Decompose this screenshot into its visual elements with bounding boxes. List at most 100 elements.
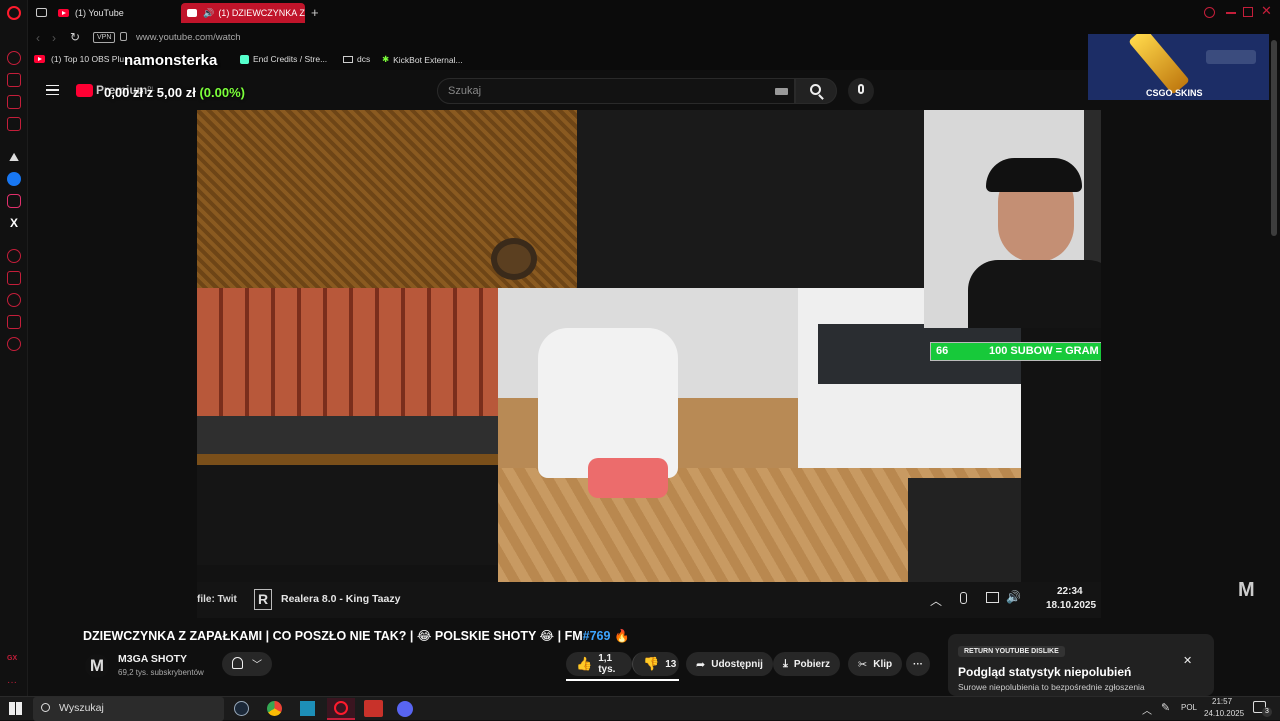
notification-count: 3 <box>1262 707 1272 717</box>
keyboard-icon[interactable] <box>775 88 788 95</box>
youtube-logo-icon <box>76 83 93 97</box>
opera-logo-icon[interactable] <box>7 6 21 20</box>
popup-close-button[interactable]: ✕ <box>1183 654 1192 667</box>
vpn-badge[interactable]: VPN <box>93 32 116 43</box>
goal-text: 100 SUBOW = GRAM 1 RAZ W LOLA <box>989 345 1101 357</box>
bookmark-item[interactable]: ✱ KickBot External... <box>382 54 463 65</box>
bookmark-folder[interactable]: dcs <box>343 54 370 64</box>
voice-search-button[interactable] <box>848 78 874 104</box>
title-emoji: 🔥 <box>613 629 630 643</box>
now-playing-track: Realera 8.0 - King Taazy <box>281 593 401 605</box>
settings-icon[interactable] <box>7 337 21 351</box>
microphone-icon <box>858 84 864 94</box>
twitch-icon[interactable] <box>7 117 21 131</box>
aria-icon[interactable] <box>7 51 21 65</box>
reload-button[interactable]: ↻ <box>70 30 80 44</box>
youtube-favicon-icon <box>34 55 45 63</box>
streamer-brand: namonsterka <box>124 52 218 69</box>
clip-button[interactable]: ✂ Klip <box>848 652 903 676</box>
dislike-count: 13 <box>665 658 677 670</box>
streamer-body <box>968 260 1101 328</box>
download-icon: ⤓ <box>783 657 788 670</box>
gx-mode-icon[interactable]: GX <box>7 655 21 669</box>
person-figure <box>538 328 678 478</box>
menu-icon[interactable] <box>46 85 59 95</box>
search-input[interactable]: Szukaj <box>437 78 795 104</box>
download-button[interactable]: ⤓ Pobierz <box>773 652 840 676</box>
chevron-up-icon[interactable]: ︿ <box>930 592 942 609</box>
now-playing-icon: R <box>254 589 272 610</box>
minimize-button[interactable] <box>1226 12 1236 14</box>
chrome-icon[interactable] <box>267 701 282 716</box>
popup-title: Podgląd statystyk niepolubień <box>958 665 1132 679</box>
volume-tray-icon[interactable]: 🔊 <box>1006 590 1021 604</box>
search-tabs-icon[interactable] <box>1204 7 1215 18</box>
close-window-button[interactable]: ✕ <box>1261 3 1272 19</box>
lock-icon <box>120 32 127 41</box>
like-button[interactable]: 👍 1,1 tys. <box>566 652 632 676</box>
url-field[interactable]: www.youtube.com/watch <box>136 32 241 43</box>
youtube-favicon-icon <box>187 9 198 17</box>
more-icon[interactable]: ··· <box>7 677 21 691</box>
steam-icon[interactable] <box>234 701 249 716</box>
channel-watermark-icon[interactable]: M <box>1238 579 1255 602</box>
search-button[interactable] <box>795 78 837 104</box>
opera-logo-icon <box>334 701 348 715</box>
csgo-skins-ad[interactable]: CSGO SKINS <box>1088 34 1269 100</box>
discord-icon[interactable]: ⛰ <box>7 150 21 164</box>
pen-icon[interactable]: ✎ <box>1161 701 1170 714</box>
bookmark-item[interactable]: (1) Top 10 OBS Plu... <box>34 54 131 64</box>
subscriber-count: 69,2 tys. subskrybentów <box>118 668 204 677</box>
thumbs-up-icon: 👍 <box>576 656 593 671</box>
messenger-icon[interactable] <box>7 172 21 186</box>
clock-icon[interactable] <box>7 293 21 307</box>
profile-label: file: Twit <box>197 594 237 605</box>
instagram-icon[interactable] <box>7 194 21 208</box>
taskbar-clock-time[interactable]: 21:57 <box>1212 697 1232 706</box>
dislike-button[interactable]: 👎 13 <box>632 652 679 676</box>
tab-youtube[interactable]: (1) YouTube <box>52 3 176 23</box>
popup-badge: RETURN YOUTUBE DISLIKE <box>958 646 1065 657</box>
language-indicator[interactable]: POL <box>1181 703 1197 712</box>
share-icon: ➦ <box>696 658 706 671</box>
channel-avatar[interactable]: M <box>85 654 109 678</box>
tab-bar: (1) YouTube 🔊 (1) DZIEWCZYNKA Z Z + ✕ <box>28 0 1280 26</box>
subscriber-goal-bar: 66 100 SUBOW = GRAM 1 RAZ W LOLA 100 <box>930 342 1101 361</box>
more-actions-button[interactable]: ··· <box>906 652 930 676</box>
tab-video[interactable]: 🔊 (1) DZIEWCZYNKA Z Z <box>181 3 305 23</box>
folder-icon <box>343 55 353 63</box>
taskbar-clock-date[interactable]: 24.10.2025 <box>1204 709 1244 718</box>
gx-corner-icon[interactable] <box>7 95 21 109</box>
bookmark-item[interactable]: End Credits / Stre... <box>240 54 327 64</box>
gun-graphic-icon <box>1206 50 1256 64</box>
new-tab-button[interactable]: + <box>311 5 319 20</box>
display-tray-icon[interactable] <box>986 592 999 603</box>
crypto-wallet-icon[interactable] <box>7 73 21 87</box>
opera-gx-taskbar-icon[interactable] <box>327 698 355 720</box>
taskbar-search[interactable]: Wyszukaj <box>33 697 224 721</box>
file-manager-icon[interactable] <box>300 701 315 716</box>
share-button[interactable]: ➦ Udostępnij <box>686 652 773 676</box>
start-button[interactable] <box>9 702 22 715</box>
x-twitter-icon[interactable]: X <box>7 216 21 230</box>
voicemeeter-icon[interactable] <box>364 700 383 717</box>
channel-name[interactable]: M3GA SHOTY <box>118 653 187 665</box>
notification-bell-button[interactable]: ﹀ <box>222 652 272 676</box>
player-icon[interactable] <box>7 249 21 263</box>
donation-goal: 5,00 zł <box>156 85 196 100</box>
tray-chevron-icon[interactable]: ︿ <box>1142 702 1152 717</box>
stream-clock-time: 22:34 <box>1057 586 1083 597</box>
maximize-button[interactable] <box>1243 7 1253 17</box>
forward-button[interactable]: › <box>52 31 56 45</box>
history-icon[interactable] <box>7 271 21 285</box>
video-player[interactable]: 66 100 SUBOW = GRAM 1 RAZ W LOLA 100 fil… <box>197 110 1101 618</box>
like-ratio-bar <box>566 679 679 681</box>
back-button[interactable]: ‹ <box>36 31 40 45</box>
tab-island-icon[interactable] <box>36 8 47 17</box>
discord-taskbar-icon[interactable] <box>397 701 413 717</box>
extensions-icon[interactable] <box>7 315 21 329</box>
microphone-tray-icon[interactable] <box>960 592 967 604</box>
page-scrollbar[interactable] <box>1271 40 1277 236</box>
title-hashtag[interactable]: #769 <box>583 629 611 643</box>
video-title: DZIEWCZYNKA Z ZAPAŁKAMI | CO POSZŁO NIE … <box>83 628 630 644</box>
